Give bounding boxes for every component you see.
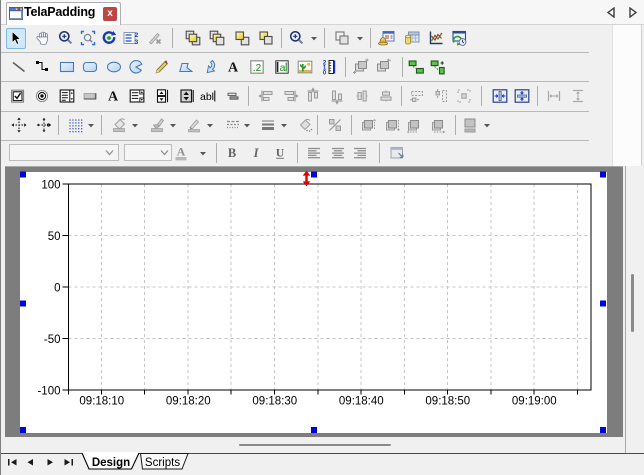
svg-text:-50: -50 [44, 334, 61, 346]
svg-text:09:18:10: 09:18:10 [79, 396, 124, 408]
svg-text:09:18:50: 09:18:50 [425, 396, 470, 408]
svg-text:0: 0 [54, 283, 60, 295]
svg-text:09:18:20: 09:18:20 [166, 396, 211, 408]
svg-text:09:18:30: 09:18:30 [252, 396, 297, 408]
svg-text:09:18:40: 09:18:40 [339, 396, 384, 408]
svg-text:50: 50 [48, 231, 61, 243]
svg-text:-100: -100 [37, 386, 60, 398]
svg-text:09:19:00: 09:19:00 [512, 396, 557, 408]
svg-text:100: 100 [41, 180, 60, 192]
